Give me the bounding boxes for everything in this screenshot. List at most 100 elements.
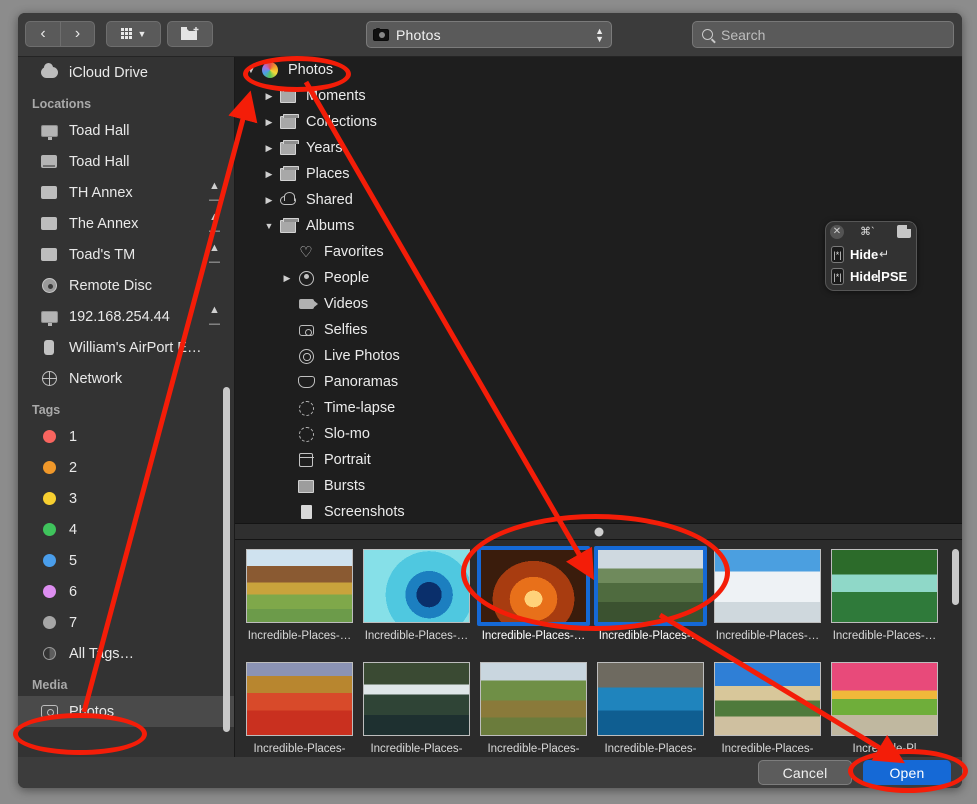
thumbnail-item[interactable]: Incredible-Places- [709,659,826,757]
sidebar-item-label: Toad's TM [69,246,136,263]
sidebar-item-7[interactable]: 7 [18,607,234,638]
overlay-row[interactable]: |*| Hide ↵ [826,243,916,265]
screenshot-icon [295,505,317,519]
sidebar-scrollbar[interactable] [223,387,230,732]
sidebar-item-toad-s-tm[interactable]: Toad's TM ▲ — [18,239,234,270]
open-button[interactable]: Open [863,760,951,785]
tree-row-places[interactable]: ▶ Places [235,161,962,187]
tree-row-selfies[interactable]: Selfies [235,317,962,343]
search-placeholder: Search [721,26,766,43]
thumbnail-scrollbar[interactable] [952,549,959,605]
window-icon[interactable] [897,223,913,238]
close-icon[interactable]: ✕ [830,225,844,239]
tree-row-shared[interactable]: ▶ Shared [235,187,962,213]
sidebar-item-2[interactable]: 2 [18,452,234,483]
disclosure-triangle-icon[interactable]: ▶ [279,273,295,284]
back-button[interactable]: ‹ [25,21,60,47]
thumbnail-frame [243,546,356,626]
thumbnail-item[interactable]: Incredible-Places-… [241,546,358,659]
sidebar-item-5[interactable]: 5 [18,545,234,576]
eject-icon[interactable]: ▲ — [209,211,220,237]
sidebar-item-william-s-airport-e[interactable]: William's AirPort E… [18,332,234,363]
thumbnail-item[interactable]: Incredible-Places-… [475,546,592,659]
sidebar-item-3[interactable]: 3 [18,483,234,514]
sidebar-item-remote-disc[interactable]: Remote Disc [18,270,234,301]
sidebar-section-header: Media [32,678,68,692]
tree-row-videos[interactable]: Videos [235,291,962,317]
disclosure-triangle-icon[interactable]: ▶ [261,117,277,128]
thumbnail-item[interactable]: Incredible-Pl [826,659,943,757]
thumbnail-item[interactable]: Incredible-Places- [358,659,475,757]
main-pane: ▼ Photos ▶ Moments ▶ Collections ▶ Years ▶ Places… [234,57,962,757]
eject-icon[interactable]: ▲ — [209,304,220,330]
sidebar-item-label: Remote Disc [69,277,152,294]
chevron-left-icon: ‹ [40,25,46,42]
disclosure-triangle-icon[interactable]: ▼ [261,221,277,231]
overlay-row[interactable]: |*| Hide PSE [826,265,916,287]
tree-row-collections[interactable]: ▶ Collections [235,109,962,135]
thumbnail-caption: Incredible-Places- [604,743,697,755]
cancel-button[interactable]: Cancel [758,760,852,785]
thumbnail-item[interactable]: Incredible-Places- [241,659,358,757]
sidebar-item-label: Toad Hall [69,122,130,139]
tree-row-bursts[interactable]: Bursts [235,473,962,499]
dialog-footer: Cancel Open [18,757,962,788]
thumbnail-image [246,549,353,623]
sidebar-item-all-tags[interactable]: All Tags… [18,638,234,669]
sidebar-item-icloud-drive[interactable]: iCloud Drive [18,57,234,88]
tree-row-portrait[interactable]: Portrait [235,447,962,473]
tree-row-slo-mo[interactable]: Slo-mo [235,421,962,447]
tree-row-label: Photos [288,62,334,78]
tree-row-time-lapse[interactable]: Time-lapse [235,395,962,421]
tree-row-label: Portrait [324,452,371,468]
sidebar-item-toad-hall[interactable]: Toad Hall [18,146,234,177]
tree-row-years[interactable]: ▶ Years [235,135,962,161]
tree-row-live-photos[interactable]: Live Photos [235,343,962,369]
tree-row-label: Places [306,166,350,182]
tree-row-screenshots[interactable]: Screenshots [235,499,962,523]
shortcut-overlay-panel[interactable]: ✕ ⌘` |*| Hide ↵ |*| Hide PSE [825,221,917,291]
disclosure-triangle-icon[interactable]: ▶ [261,195,277,206]
location-popup-button[interactable]: Photos ▲ ▼ [366,21,612,48]
sidebar-item-4[interactable]: 4 [18,514,234,545]
thumbnail-item[interactable]: Incredible-Places-… [826,546,943,659]
thumbnail-browser[interactable]: Incredible-Places-… Incredible-Places-… In… [235,540,962,757]
pane-divider[interactable] [235,523,962,540]
tree-row-moments[interactable]: ▶ Moments [235,83,962,109]
thumbnail-item[interactable]: Incredible-Places-… [358,546,475,659]
disclosure-triangle-icon[interactable]: ▼ [243,65,259,75]
forward-button[interactable]: › [60,21,95,47]
sidebar-item-photos[interactable]: Photos [18,696,234,727]
thumbnail-item[interactable]: Incredible-Places-… [709,546,826,659]
eject-icon[interactable]: ▲ — [209,180,220,206]
sidebar-item-1[interactable]: 1 [18,421,234,452]
thumbnail-item[interactable]: Incredible-Places- [592,659,709,757]
sidebar-item-th-annex[interactable]: TH Annex ▲ — [18,177,234,208]
tree-row-photos[interactable]: ▼ Photos [235,57,962,83]
eject-icon[interactable]: ▲ — [209,242,220,268]
thumbnail-item[interactable]: Incredible-Places-… [592,546,709,659]
sidebar-item-192-168-254-44[interactable]: 192.168.254.44 ▲ — [18,301,234,332]
sidebar[interactable]: iCloud Drive Locations Toad Hall Toad Hall T… [18,57,234,757]
disclosure-triangle-icon[interactable]: ▶ [261,143,277,154]
divider-grip-icon[interactable] [594,527,604,536]
network-globe-icon [38,371,60,386]
thumbnail-image [246,662,353,736]
disclosure-triangle-icon[interactable]: ▶ [261,169,277,180]
open-file-dialog-window: ‹ › ▼ Photos ▲ ▼ Search iCloud Drive Loc… [18,13,962,788]
view-options-button[interactable]: ▼ [106,21,161,47]
disclosure-triangle-icon[interactable]: ▶ [261,91,277,102]
sidebar-item-label: 192.168.254.44 [69,308,170,325]
new-folder-button[interactable] [167,21,213,47]
thumbnail-item[interactable]: Incredible-Places- [475,659,592,757]
sidebar-item-toad-hall[interactable]: Toad Hall [18,115,234,146]
sidebar-item-label: 7 [69,614,78,631]
sidebar-item-6[interactable]: 6 [18,576,234,607]
sidebar-item-label: TH Annex [69,184,133,201]
sidebar-item-network[interactable]: Network [18,363,234,394]
search-input[interactable]: Search [692,21,954,48]
sidebar-item-the-annex[interactable]: The Annex ▲ — [18,208,234,239]
tree-row-panoramas[interactable]: Panoramas [235,369,962,395]
sidebar-item-label: 2 [69,459,78,476]
thumbnail-frame [711,546,824,626]
